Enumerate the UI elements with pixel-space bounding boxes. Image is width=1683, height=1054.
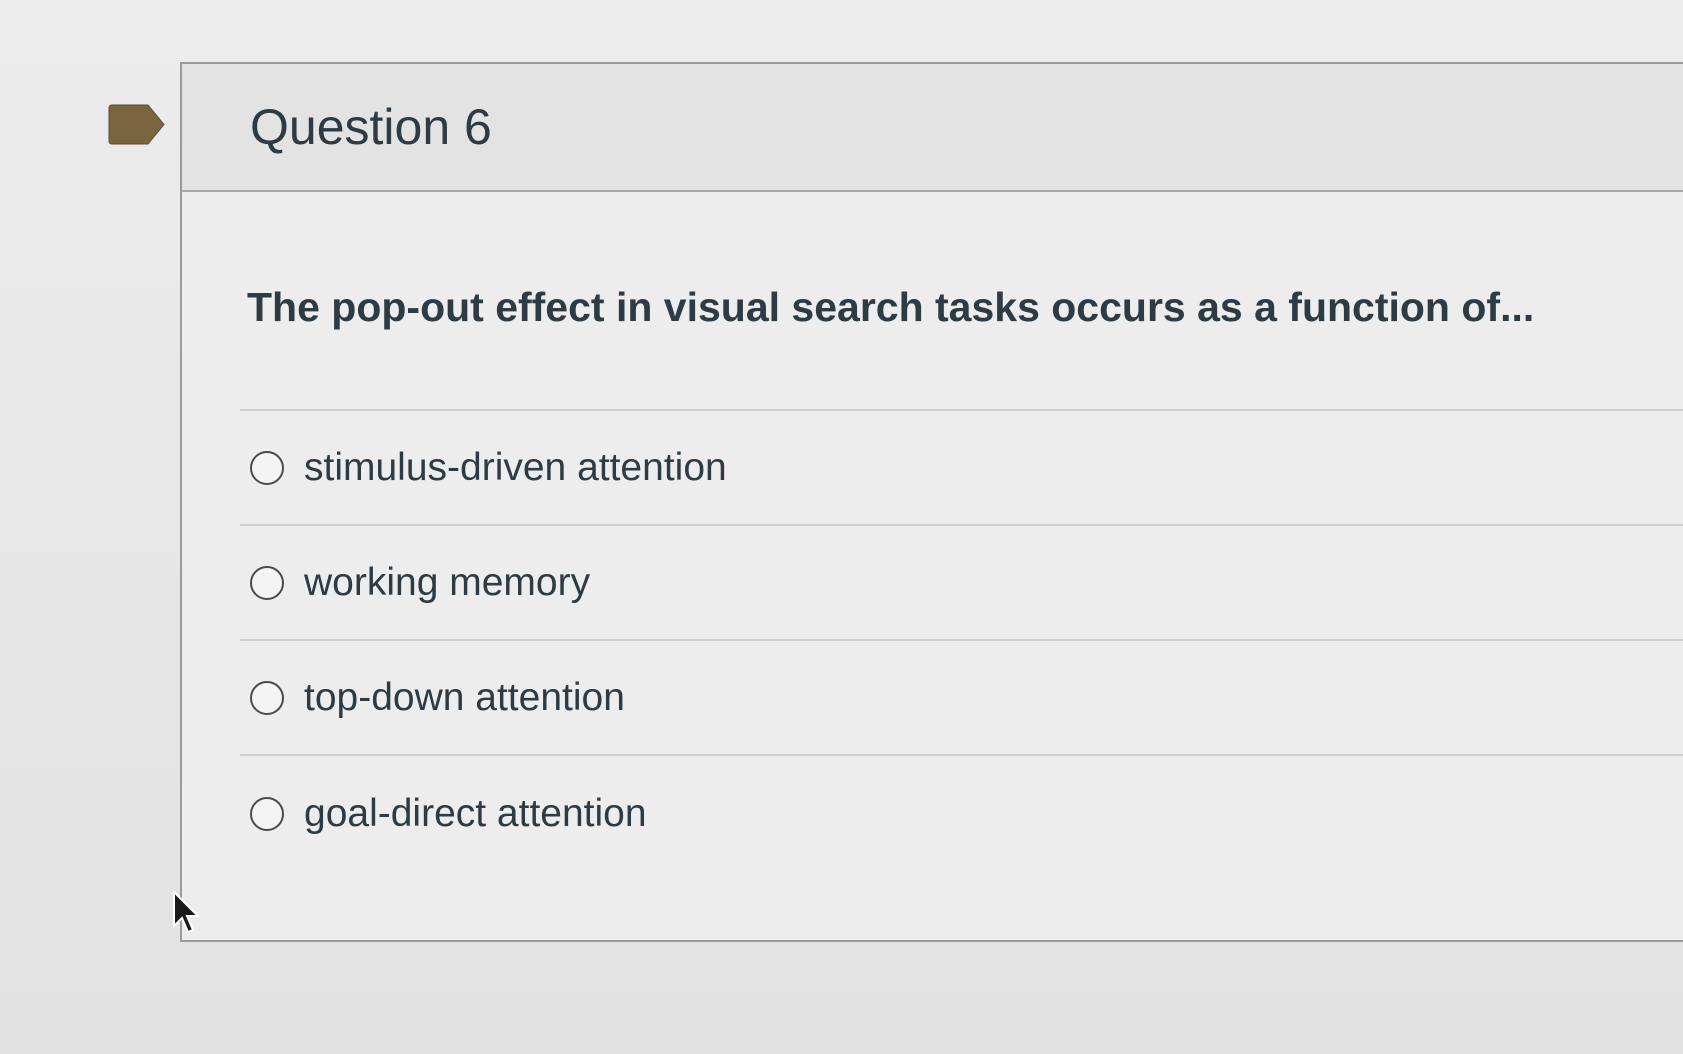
radio-button[interactable] — [250, 565, 284, 600]
answer-label[interactable]: goal-direct attention — [304, 792, 647, 836]
question-text: The pop-out effect in visual search task… — [247, 284, 1535, 330]
answer-label[interactable]: stimulus-driven attention — [304, 446, 727, 490]
mouse-pointer-icon — [173, 890, 201, 934]
answer-label[interactable]: working memory — [304, 561, 590, 605]
answer-option[interactable]: goal-direct attention — [240, 756, 1683, 871]
bookmark-flag-icon[interactable] — [108, 103, 166, 146]
answer-label[interactable]: top-down attention — [304, 676, 625, 720]
question-title: Question 6 — [250, 99, 492, 155]
radio-button[interactable] — [250, 680, 284, 715]
question-header: Question 6 — [182, 64, 1683, 192]
radio-button[interactable] — [250, 796, 284, 831]
quiz-page: Question 6 The pop-out effect in visual … — [0, 0, 1683, 1054]
answer-option[interactable]: top-down attention — [240, 641, 1683, 756]
answer-option[interactable]: stimulus-driven attention — [240, 411, 1683, 526]
answer-list: stimulus-driven attention working memory… — [240, 409, 1683, 871]
answer-option[interactable]: working memory — [240, 526, 1683, 641]
radio-button[interactable] — [250, 450, 284, 485]
question-card: Question 6 The pop-out effect in visual … — [180, 62, 1683, 942]
